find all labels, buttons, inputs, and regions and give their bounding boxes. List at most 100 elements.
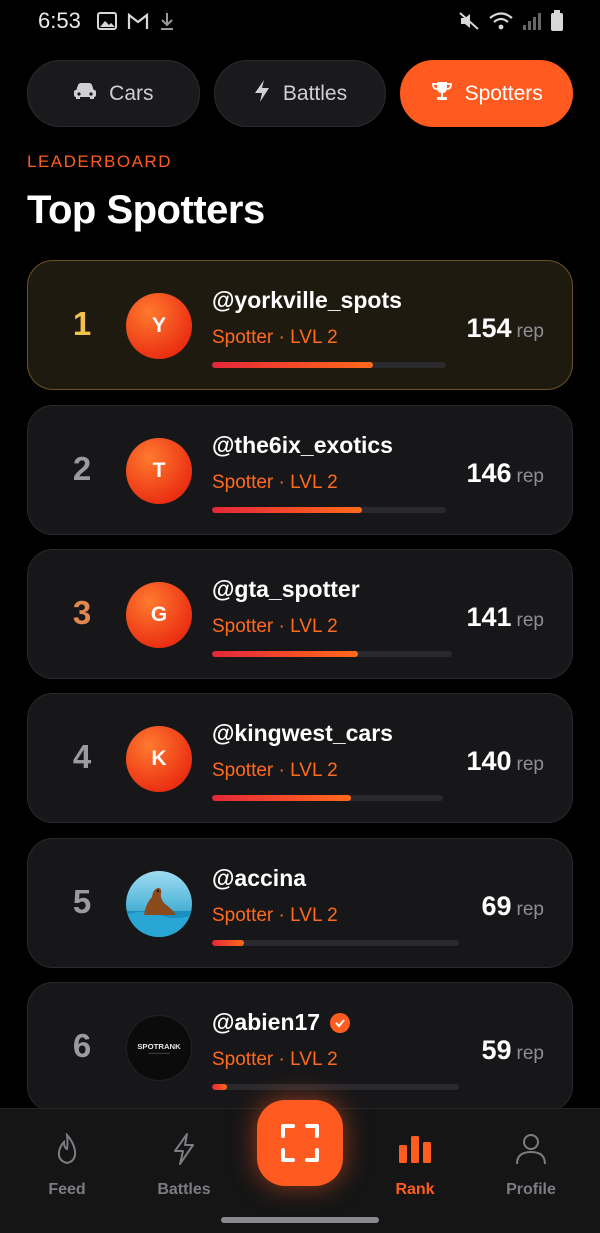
rank-number: 6 <box>72 1027 92 1064</box>
tab-battles-label: Battles <box>282 81 348 105</box>
avatar[interactable]: Y <box>126 293 192 359</box>
image-icon <box>96 12 117 30</box>
tab-spotters-label: Spotters <box>464 81 543 105</box>
rep-unit: rep <box>516 754 544 775</box>
level-progress-bar <box>212 362 446 368</box>
scan-button[interactable] <box>257 1100 343 1186</box>
signal-icon <box>522 11 542 31</box>
level-label: Spotter · LVL 2 <box>212 905 338 926</box>
verified-badge-icon <box>330 1012 351 1033</box>
lightning-icon <box>253 79 271 109</box>
rep-score: 154 rep <box>466 313 544 344</box>
leaderboard-card[interactable]: 1 Y @yorkville_spots Spotter · LVL 2 154… <box>27 260 573 390</box>
bar-chart-icon <box>395 1129 435 1169</box>
nav-profile[interactable]: Profile <box>481 1129 581 1199</box>
flame-icon <box>47 1129 87 1169</box>
rank-number: 1 <box>72 305 92 342</box>
level-label: Spotter · LVL 2 <box>212 472 338 493</box>
nav-rank[interactable]: Rank <box>365 1129 465 1199</box>
nav-feed[interactable]: Feed <box>17 1129 117 1199</box>
section-label: LEADERBOARD <box>27 152 172 171</box>
person-icon <box>511 1129 551 1169</box>
rep-score: 140 rep <box>466 746 544 777</box>
rep-value: 140 <box>466 746 512 776</box>
rep-unit: rep <box>516 899 544 920</box>
rep-value: 59 <box>481 1035 512 1065</box>
rank-number: 4 <box>72 738 92 775</box>
status-time: 6:53 <box>38 8 81 33</box>
tab-battles[interactable]: Battles <box>213 60 387 127</box>
wifi-icon <box>488 11 514 31</box>
nav-battles-label: Battles <box>157 1181 211 1198</box>
username[interactable]: @abien17 <box>212 1009 320 1036</box>
rep-value: 69 <box>481 891 512 921</box>
rank-number: 2 <box>72 450 92 487</box>
level-label: Spotter · LVL 2 <box>212 616 338 637</box>
rep-score: 146 rep <box>466 458 544 489</box>
rep-score: 69 rep <box>481 891 544 922</box>
mute-icon <box>458 11 480 31</box>
leaderboard-card[interactable]: 4 K @kingwest_cars Spotter · LVL 2 140 re… <box>27 693 573 823</box>
level-progress-fill <box>212 940 245 946</box>
avatar[interactable]: K <box>126 726 192 792</box>
car-icon <box>73 82 97 106</box>
trophy-icon <box>431 80 453 108</box>
nav-feed-label: Feed <box>48 1181 86 1198</box>
rep-value: 146 <box>466 458 512 488</box>
level-progress-bar <box>212 940 459 946</box>
level-label: Spotter · LVL 2 <box>212 327 338 348</box>
rank-number: 3 <box>72 594 92 631</box>
level-progress-bar <box>212 1084 459 1090</box>
category-tabs: Cars Battles Spotters <box>27 60 574 127</box>
avatar[interactable]: SPOTRANK <box>126 1015 192 1081</box>
avatar-logo-text: SPOTRANK <box>137 1042 181 1051</box>
level-label: Spotter · LVL 2 <box>212 760 338 781</box>
status-bar: 6:53 <box>0 0 600 42</box>
level-progress-bar <box>212 795 443 801</box>
username[interactable]: @yorkville_spots <box>212 287 402 314</box>
leaderboard-card[interactable]: 5 @accina Spotter · LVL 2 69 rep <box>27 838 573 968</box>
username[interactable]: @gta_spotter <box>212 576 360 603</box>
rep-unit: rep <box>516 610 544 631</box>
tab-spotters[interactable]: Spotters <box>400 60 574 127</box>
nav-battles[interactable]: Battles <box>134 1129 234 1199</box>
leaderboard-card[interactable]: 2 T @the6ix_exotics Spotter · LVL 2 146 r… <box>27 405 573 535</box>
level-progress-fill <box>212 651 359 657</box>
rank-number: 5 <box>72 883 92 920</box>
level-progress-fill <box>212 362 374 368</box>
home-indicator[interactable] <box>221 1217 379 1223</box>
avatar[interactable]: G <box>126 582 192 648</box>
sea-lion-avatar-image <box>126 888 192 937</box>
page-title: Top Spotters <box>27 188 265 232</box>
leaderboard-card[interactable]: 3 G @gta_spotter Spotter · LVL 2 141 rep <box>27 549 573 679</box>
tab-cars[interactable]: Cars <box>27 60 200 127</box>
nav-rank-label: Rank <box>395 1181 435 1198</box>
rep-unit: rep <box>516 466 544 487</box>
level-progress-fill <box>212 507 362 513</box>
level-label: Spotter · LVL 2 <box>212 1049 338 1070</box>
download-icon <box>159 11 175 31</box>
level-progress-fill <box>212 795 351 801</box>
rep-unit: rep <box>516 321 544 342</box>
battery-icon <box>550 10 564 32</box>
rep-score: 59 rep <box>481 1035 544 1066</box>
avatar[interactable]: T <box>126 438 192 504</box>
level-progress-fill <box>212 1084 227 1090</box>
gmail-icon <box>127 12 149 30</box>
lightning-icon <box>164 1129 204 1169</box>
username[interactable]: @accina <box>212 865 306 892</box>
level-progress-bar <box>212 651 452 657</box>
username[interactable]: @the6ix_exotics <box>212 432 393 459</box>
spotrank-logo-avatar: SPOTRANK <box>137 1042 181 1054</box>
level-progress-bar <box>212 507 446 513</box>
avatar[interactable] <box>126 871 192 937</box>
rep-value: 141 <box>466 602 512 632</box>
nav-profile-label: Profile <box>506 1181 556 1198</box>
scan-frame-icon <box>281 1124 319 1162</box>
rep-value: 154 <box>466 313 512 343</box>
rep-unit: rep <box>516 1043 544 1064</box>
leaderboard-card[interactable]: 6 SPOTRANK @abien17 Spotter · LVL 2 59 re… <box>27 982 573 1112</box>
username[interactable]: @kingwest_cars <box>212 720 393 747</box>
tab-cars-label: Cars <box>109 81 154 105</box>
rep-score: 141 rep <box>466 602 544 633</box>
